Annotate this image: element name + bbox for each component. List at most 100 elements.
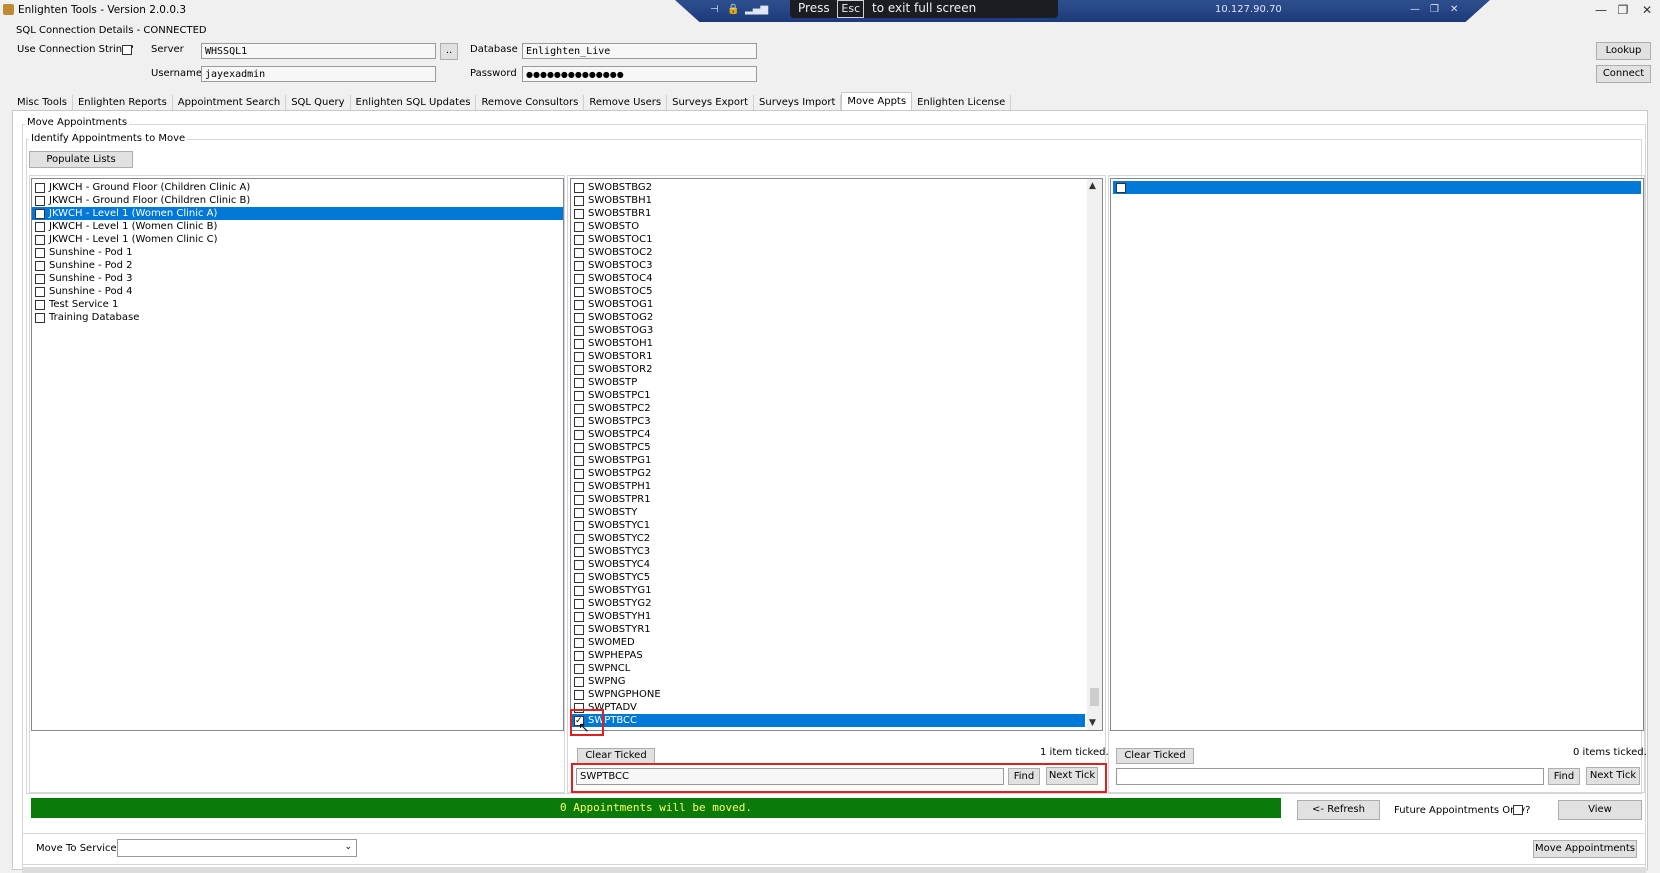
use-conn-string-checkbox[interactable]	[122, 45, 132, 55]
tab-enlighten-reports[interactable]: Enlighten Reports	[73, 95, 173, 110]
list-item[interactable]: SWOBSTPH1	[571, 480, 1085, 493]
service-checkbox[interactable]	[35, 260, 45, 271]
clinic-checkbox[interactable]	[574, 273, 584, 284]
clinic-checkbox[interactable]	[574, 546, 584, 557]
clinic-find-button[interactable]: Find	[1008, 768, 1040, 785]
list-item[interactable]: SWOBSTBH1	[571, 194, 1085, 207]
list-item[interactable]: SWOBSTPC4	[571, 428, 1085, 441]
clinic-checkbox[interactable]	[574, 637, 584, 648]
clinic-checkbox[interactable]	[574, 585, 584, 596]
clinic-checkbox[interactable]	[574, 195, 584, 206]
move-to-service-select[interactable]: ⌄	[117, 839, 357, 857]
list-item[interactable]: SWOBSTOG1	[571, 298, 1085, 311]
service-checkbox[interactable]	[35, 234, 45, 245]
clinic-checkbox[interactable]	[574, 364, 584, 375]
list-item[interactable]: JKWCH - Level 1 (Women Clinic B)	[32, 220, 563, 233]
list-item[interactable]: SWOBSTYC1	[571, 519, 1085, 532]
services-list[interactable]: JKWCH - Ground Floor (Children Clinic A)…	[31, 178, 564, 731]
service-checkbox[interactable]	[35, 182, 45, 193]
list-item[interactable]: Sunshine - Pod 3	[32, 272, 563, 285]
list-item[interactable]: Training Database	[32, 311, 563, 324]
server-browse-button[interactable]: ..	[440, 43, 458, 60]
list-item[interactable]: SWPNGPHONE	[571, 688, 1085, 701]
slots-search-input[interactable]	[1116, 768, 1544, 785]
list-item[interactable]: Sunshine - Pod 4	[32, 285, 563, 298]
service-checkbox[interactable]	[35, 208, 45, 219]
list-item[interactable]: SWOBSTP	[571, 376, 1085, 389]
list-item[interactable]: SWOBSTOC5	[571, 285, 1085, 298]
slots-next-tick-button[interactable]: Next Tick	[1586, 767, 1640, 785]
clinic-checkbox[interactable]	[574, 520, 584, 531]
tab-surveys-import[interactable]: Surveys Import	[754, 95, 842, 110]
tab-remove-users[interactable]: Remove Users	[584, 95, 668, 110]
clinic-checkbox[interactable]	[574, 234, 584, 245]
tab-enlighten-sql-updates[interactable]: Enlighten SQL Updates	[351, 95, 477, 110]
future-only-checkbox[interactable]	[1513, 805, 1523, 815]
list-item[interactable]: SWPTADV	[571, 701, 1085, 714]
populate-lists-button[interactable]: Populate Lists	[29, 151, 133, 168]
clinic-checkbox[interactable]	[574, 598, 584, 609]
clinic-checkbox[interactable]	[574, 494, 584, 505]
tab-enlighten-license[interactable]: Enlighten License	[912, 95, 1012, 110]
list-item[interactable]: Sunshine - Pod 2	[32, 259, 563, 272]
list-item[interactable]: SWPHEPAS	[571, 649, 1085, 662]
list-item[interactable]: JKWCH - Level 1 (Women Clinic A)	[32, 207, 563, 220]
list-item[interactable]: JKWCH - Ground Floor (Children Clinic B)	[32, 194, 563, 207]
clinic-checkbox[interactable]	[574, 377, 584, 388]
clinics-list[interactable]: SWOBSTBG2 SWOBSTBH1 SWOBSTBR1 SWOBSTO SWOBST…	[570, 178, 1103, 731]
pin-icon[interactable]: ⊣	[710, 4, 719, 15]
remote-close-icon[interactable]: ✕	[1450, 4, 1458, 15]
clinic-checkbox[interactable]	[574, 559, 584, 570]
clinic-checkbox[interactable]	[574, 286, 584, 297]
service-checkbox[interactable]	[35, 299, 45, 310]
list-item[interactable]: SWOBSTOC1	[571, 233, 1085, 246]
list-item[interactable]: SWOBSTOC3	[571, 259, 1085, 272]
tab-misc-tools[interactable]: Misc Tools	[12, 95, 73, 110]
list-item[interactable]: SWOBSTOG3	[571, 324, 1085, 337]
list-item[interactable]: SWPNCL	[571, 662, 1085, 675]
slot-checkbox[interactable]	[1116, 182, 1126, 193]
list-item[interactable]: SWOBSTOG2	[571, 311, 1085, 324]
clinic-checkbox[interactable]	[574, 689, 584, 700]
server-field[interactable]: WHSSQL1	[201, 43, 436, 59]
clinic-checkbox[interactable]	[574, 429, 584, 440]
clinic-checkbox[interactable]	[574, 403, 584, 414]
password-field[interactable]: ●●●●●●●●●●●●●●	[522, 66, 757, 82]
list-item[interactable]: SWOBSTOH1	[571, 337, 1085, 350]
clinic-checkbox[interactable]	[574, 676, 584, 687]
tab-appointment-search[interactable]: Appointment Search	[173, 95, 287, 110]
list-item[interactable]: SWOBSTYR1	[571, 623, 1085, 636]
clinic-checkbox[interactable]	[574, 481, 584, 492]
scroll-down-icon[interactable]: ▼	[1089, 718, 1096, 728]
restore-button[interactable]: ❐	[1612, 2, 1634, 18]
clinic-checkbox[interactable]	[574, 182, 584, 193]
clinic-checkbox[interactable]	[574, 663, 584, 674]
list-item[interactable]: SWOBSTYC4	[571, 558, 1085, 571]
clinic-checkbox[interactable]	[574, 455, 584, 466]
list-item[interactable]: SWPNG	[571, 675, 1085, 688]
list-item[interactable]: SWOBSTYC3	[571, 545, 1085, 558]
clinic-clear-ticked-button[interactable]: Clear Ticked	[577, 748, 655, 764]
clinic-checkbox[interactable]	[574, 416, 584, 427]
clinics-scroll-thumb[interactable]	[1090, 687, 1099, 706]
list-item[interactable]: SWOBSTYG2	[571, 597, 1085, 610]
clinic-checkbox[interactable]	[574, 507, 584, 518]
clinic-checkbox[interactable]	[574, 468, 584, 479]
move-appointments-button[interactable]: Move Appointments	[1533, 840, 1637, 858]
clinic-checkbox[interactable]	[574, 247, 584, 258]
close-button[interactable]: ✕	[1636, 2, 1658, 18]
list-item[interactable]: SWOBSTPC2	[571, 402, 1085, 415]
list-item[interactable]: SWOBSTPC1	[571, 389, 1085, 402]
chevron-down-icon[interactable]: ⌄	[344, 841, 352, 854]
clinic-checkbox[interactable]	[574, 442, 584, 453]
remote-minimize-icon[interactable]: —	[1410, 4, 1420, 15]
clinic-checkbox[interactable]	[574, 572, 584, 583]
tab-remove-consultors[interactable]: Remove Consultors	[476, 95, 585, 110]
list-item[interactable]: SWOBSTPR1	[571, 493, 1085, 506]
clinic-checkbox[interactable]	[574, 208, 584, 219]
clinic-checkbox[interactable]	[574, 650, 584, 661]
clinic-next-tick-button[interactable]: Next Tick	[1046, 767, 1098, 785]
clinic-checkbox[interactable]	[574, 260, 584, 271]
list-item[interactable]: SWOBSTPG1	[571, 454, 1085, 467]
clinic-checkbox[interactable]	[574, 338, 584, 349]
